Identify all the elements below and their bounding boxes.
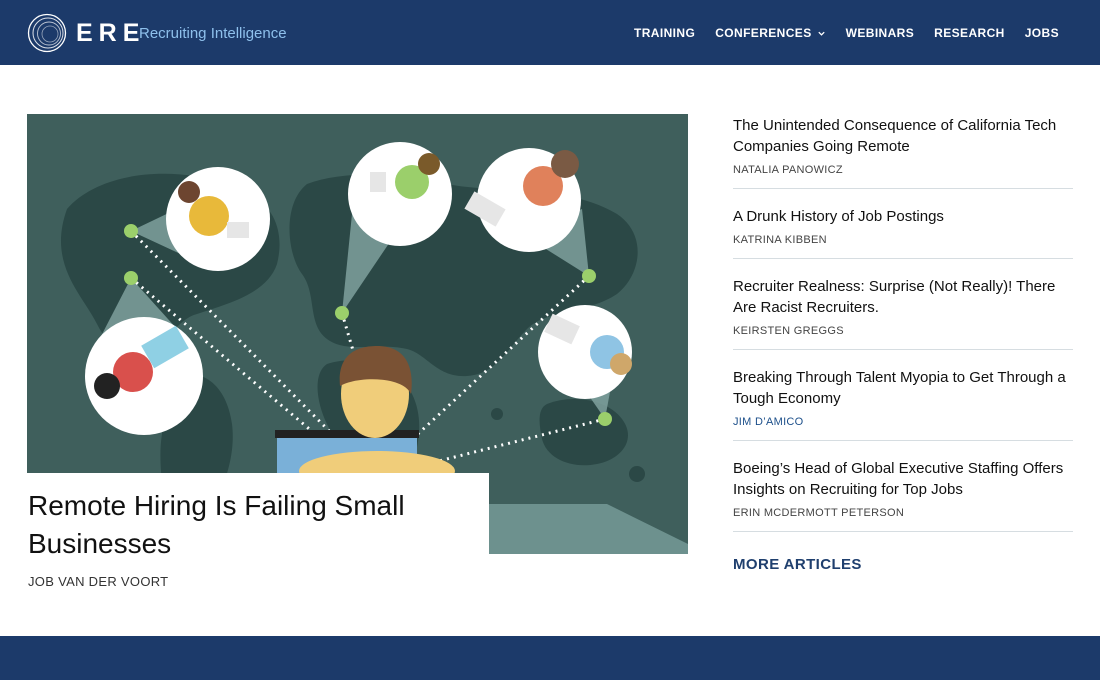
article-author[interactable]: NATALIA PANOWICZ [733,164,1073,176]
featured-headline-box: Remote Hiring Is Failing Small Businesse… [27,473,489,573]
nav-label: RESEARCH [934,26,1005,40]
article-title[interactable]: Breaking Through Talent Myopia to Get Th… [733,367,1073,409]
article-author[interactable]: ERIN MCDERMOTT PETERSON [733,507,1073,519]
brand-tagline: Recruiting Intelligence [139,25,287,42]
main-nav: TRAINING CONFERENCES WEBINARS RESEARCH J… [634,25,1059,41]
list-item: Breaking Through Talent Myopia to Get Th… [733,367,1073,441]
list-item: Boeing’s Head of Global Executive Staffi… [733,458,1073,532]
nav-label: CONFERENCES [715,26,812,40]
footer-band [0,636,1100,680]
site-header: ERE Recruiting Intelligence TRAINING CON… [0,0,1100,65]
article-author[interactable]: KEIRSTEN GREGGS [733,325,1073,337]
article-title[interactable]: The Unintended Consequence of California… [733,115,1073,157]
nav-item-jobs[interactable]: JOBS [1025,25,1059,41]
article-list: The Unintended Consequence of California… [733,115,1073,574]
more-articles-link[interactable]: MORE ARTICLES [733,556,862,573]
nav-label: TRAINING [634,26,696,40]
nav-item-conferences[interactable]: CONFERENCES [715,25,825,41]
featured-author[interactable]: JOB VAN DER VOORT [28,574,168,589]
nav-item-research[interactable]: RESEARCH [934,25,1005,41]
nav-label: WEBINARS [845,26,915,40]
list-item: A Drunk History of Job Postings KATRINA … [733,206,1073,259]
chevron-down-icon [817,31,825,36]
brand-name[interactable]: ERE [76,19,145,47]
article-title[interactable]: Boeing’s Head of Global Executive Staffi… [733,458,1073,500]
list-item: The Unintended Consequence of California… [733,115,1073,189]
list-item: Recruiter Realness: Surprise (Not Really… [733,276,1073,350]
article-title[interactable]: Recruiter Realness: Surprise (Not Really… [733,276,1073,318]
featured-title[interactable]: Remote Hiring Is Failing Small Businesse… [28,487,489,563]
nav-item-webinars[interactable]: WEBINARS [846,25,915,41]
concentric-circles-icon[interactable] [27,13,67,53]
nav-label: JOBS [1024,26,1059,40]
article-author[interactable]: KATRINA KIBBEN [733,234,1073,246]
nav-item-training[interactable]: TRAINING [634,25,695,41]
article-title[interactable]: A Drunk History of Job Postings [733,206,1073,227]
article-author[interactable]: JIM D’AMICO [733,416,1073,428]
